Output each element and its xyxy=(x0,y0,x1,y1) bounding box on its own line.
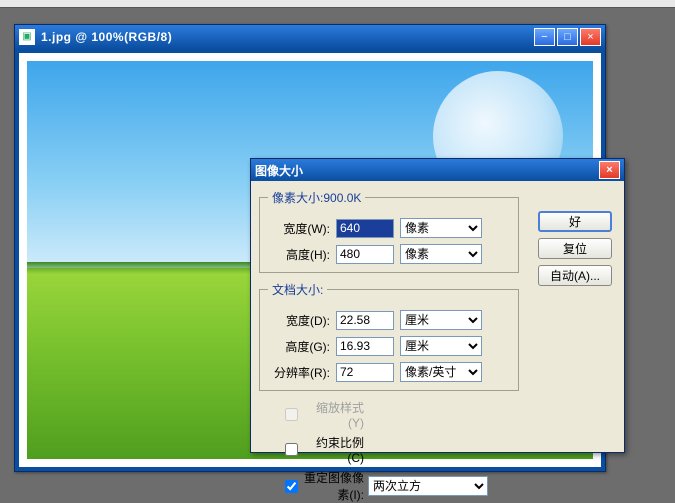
pixel-height-label: 高度(H): xyxy=(268,246,330,263)
image-size-dialog: 图像大小 × 像素大小:900.0K 宽度(W): 像素 高度(H): xyxy=(250,158,625,453)
doc-width-unit-select[interactable]: 厘米 xyxy=(400,310,482,330)
doc-height-label: 高度(G): xyxy=(268,338,330,355)
pixel-size-legend: 像素大小:900.0K xyxy=(268,189,365,206)
document-titlebar[interactable]: ▣ 1.jpg @ 100%(RGB/8) − □ × xyxy=(15,25,605,49)
pixel-width-unit-select[interactable]: 像素 xyxy=(400,218,482,238)
doc-height-input[interactable] xyxy=(336,337,394,356)
doc-width-input[interactable] xyxy=(336,311,394,330)
dialog-titlebar[interactable]: 图像大小 × xyxy=(251,159,624,181)
document-size-legend: 文档大小: xyxy=(268,281,327,298)
constrain-proportions-label: 约束比例(C) xyxy=(302,434,364,465)
reset-button[interactable]: 复位 xyxy=(538,238,612,259)
document-title: 1.jpg @ 100%(RGB/8) xyxy=(41,30,534,44)
pixel-width-input[interactable] xyxy=(336,219,394,238)
minimize-button[interactable]: − xyxy=(534,28,555,46)
dialog-title: 图像大小 xyxy=(255,162,599,179)
resolution-unit-select[interactable]: 像素/英寸 xyxy=(400,362,482,382)
resolution-input[interactable] xyxy=(336,363,394,382)
doc-height-unit-select[interactable]: 厘米 xyxy=(400,336,482,356)
scale-styles-checkbox xyxy=(285,408,298,421)
app-toolbar xyxy=(0,0,675,8)
pixel-width-label: 宽度(W): xyxy=(268,220,330,237)
doc-width-label: 宽度(D): xyxy=(268,312,330,329)
dialog-close-button[interactable]: × xyxy=(599,161,620,179)
auto-button[interactable]: 自动(A)... xyxy=(538,265,612,286)
constrain-proportions-checkbox[interactable] xyxy=(285,443,298,456)
resample-method-select[interactable]: 两次立方 xyxy=(368,476,488,496)
resample-label: 重定图像像素(I): xyxy=(302,469,364,503)
pixel-size-group: 像素大小:900.0K 宽度(W): 像素 高度(H): 像素 xyxy=(259,189,519,273)
pixel-height-input[interactable] xyxy=(336,245,394,264)
document-size-group: 文档大小: 宽度(D): 厘米 高度(G): 厘米 分辨率(R): xyxy=(259,281,519,391)
resample-checkbox[interactable] xyxy=(285,480,298,493)
close-button[interactable]: × xyxy=(580,28,601,46)
pixel-height-unit-select[interactable]: 像素 xyxy=(400,244,482,264)
maximize-button[interactable]: □ xyxy=(557,28,578,46)
scale-styles-label: 缩放样式(Y) xyxy=(302,399,364,430)
document-icon: ▣ xyxy=(19,29,35,45)
ok-button[interactable]: 好 xyxy=(538,211,612,232)
resolution-label: 分辨率(R): xyxy=(268,364,330,381)
